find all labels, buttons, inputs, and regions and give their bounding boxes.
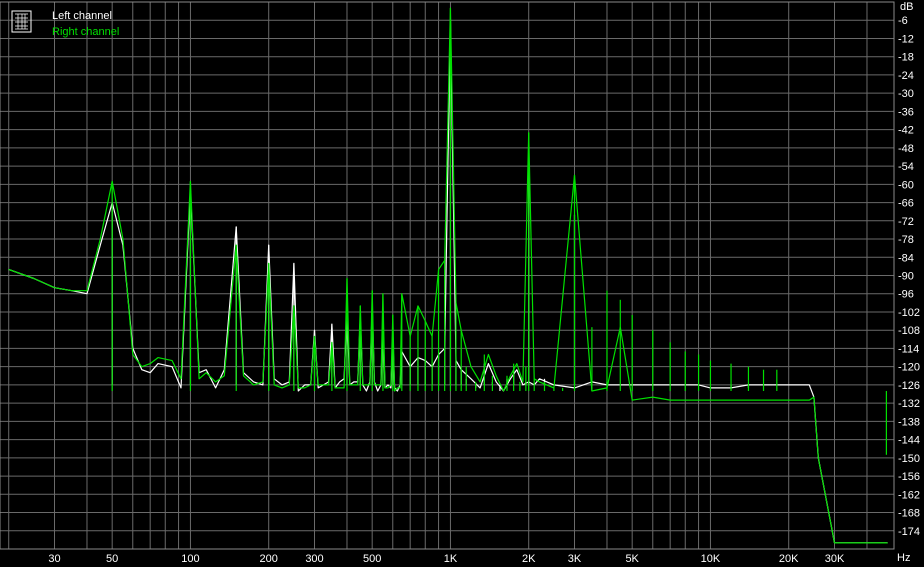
y-tick-label: -24 (898, 70, 914, 82)
x-tick-label: 1K (444, 553, 458, 565)
y-tick-label: -156 (898, 471, 920, 483)
y-tick-label: -18 (898, 52, 914, 64)
y-tick-label: -120 (898, 362, 920, 374)
y-tick-label: -42 (898, 125, 914, 137)
legend-left-channel: Left channel (52, 10, 112, 22)
y-tick-label: -84 (898, 252, 914, 264)
y-tick-label: -96 (898, 289, 914, 301)
y-tick-label: -102 (898, 307, 920, 319)
y-tick-label: -72 (898, 216, 914, 228)
y-tick-label: -54 (898, 161, 914, 173)
x-tick-label: 10K (701, 553, 721, 565)
x-tick-label: 2K (522, 553, 536, 565)
y-tick-label: -78 (898, 234, 914, 246)
x-tick-label: 50 (106, 553, 118, 565)
x-tick-label: 300 (305, 553, 323, 565)
x-tick-label: 5K (625, 553, 639, 565)
y-tick-label: -36 (898, 106, 914, 118)
y-tick-label: -12 (898, 33, 914, 45)
x-tick-label: 20K (779, 553, 799, 565)
x-tick-label: 500 (363, 553, 381, 565)
y-tick-label: -114 (898, 343, 919, 355)
x-tick-label: 30 (48, 553, 60, 565)
y-tick-label: -126 (898, 380, 920, 392)
x-tick-label: 3K (568, 553, 582, 565)
y-tick-label: -6 (898, 15, 908, 27)
y-tick-label: -132 (898, 398, 920, 410)
y-unit-label: dB (900, 1, 913, 13)
spectrum-chart: -6 -12 -18 -24 -30 -36 -42 -48 -54 -60 -66 -72 -78 -8… (0, 0, 924, 567)
y-tick-label: -48 (898, 143, 914, 155)
y-tick-label: -30 (898, 88, 914, 100)
y-tick-label: -168 (898, 508, 920, 520)
x-tick-label: 200 (260, 553, 278, 565)
y-tick-label: -174 (898, 526, 920, 538)
y-tick-label: -150 (898, 453, 920, 465)
y-tick-label: -162 (898, 489, 920, 501)
y-tick-label: -66 (898, 198, 914, 210)
x-unit-label: Hz (897, 552, 910, 564)
x-tick-label: 30K (825, 553, 845, 565)
y-tick-label: -60 (898, 179, 914, 191)
legend-right-channel: Right channel (52, 26, 119, 38)
x-tick-label: 100 (181, 553, 199, 565)
y-tick-label: -144 (898, 435, 920, 447)
y-tick-label: -90 (898, 271, 914, 283)
chart-background (0, 0, 924, 567)
y-tick-label: -138 (898, 416, 920, 428)
y-tick-label: -108 (898, 325, 920, 337)
